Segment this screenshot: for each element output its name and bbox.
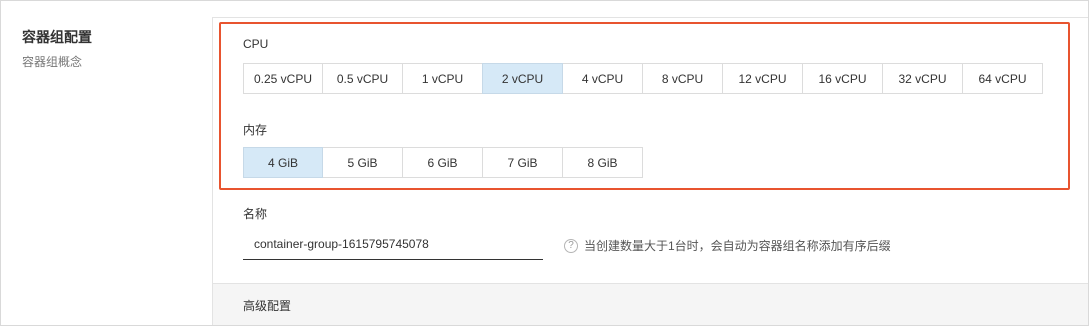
question-circle-icon: ?	[564, 238, 578, 253]
name-label: 名称	[243, 207, 268, 221]
cpu-option[interactable]: 16 vCPU	[802, 63, 883, 94]
cpu-option[interactable]: 0.25 vCPU	[243, 63, 323, 94]
name-input[interactable]	[243, 228, 543, 259]
cpu-option[interactable]: 0.5 vCPU	[322, 63, 403, 94]
cpu-option[interactable]: 64 vCPU	[962, 63, 1043, 94]
advanced-config-label: 高级配置	[243, 299, 292, 313]
section-subtitle-link[interactable]: 容器组概念	[22, 53, 82, 70]
section-header: 容器组配置 容器组概念	[0, 0, 212, 326]
memory-label: 内存	[243, 123, 268, 137]
memory-option-selected[interactable]: 4 GiB	[243, 147, 323, 178]
cpu-options: 0.25 vCPU 0.5 vCPU 1 vCPU 2 vCPU 4 vCPU …	[243, 63, 1043, 94]
memory-option[interactable]: 7 GiB	[482, 147, 563, 178]
name-hint: ? 当创建数量大于1台时，会自动为容器组名称添加有序后缀	[564, 237, 891, 254]
memory-options: 4 GiB 5 GiB 6 GiB 7 GiB 8 GiB	[243, 147, 643, 178]
cpu-option[interactable]: 1 vCPU	[402, 63, 483, 94]
cpu-option[interactable]: 4 vCPU	[562, 63, 643, 94]
section-title: 容器组配置	[22, 29, 92, 45]
name-field-wrapper	[243, 228, 543, 260]
advanced-config-bar[interactable]: 高级配置	[213, 283, 1088, 325]
memory-option[interactable]: 5 GiB	[322, 147, 403, 178]
memory-option[interactable]: 6 GiB	[402, 147, 483, 178]
cpu-label: CPU	[243, 37, 269, 51]
memory-option[interactable]: 8 GiB	[562, 147, 643, 178]
cpu-option[interactable]: 32 vCPU	[882, 63, 963, 94]
cpu-option[interactable]: 8 vCPU	[642, 63, 723, 94]
name-hint-text: 当创建数量大于1台时，会自动为容器组名称添加有序后缀	[584, 239, 891, 253]
cpu-option-selected[interactable]: 2 vCPU	[482, 63, 563, 94]
cpu-option[interactable]: 12 vCPU	[722, 63, 803, 94]
